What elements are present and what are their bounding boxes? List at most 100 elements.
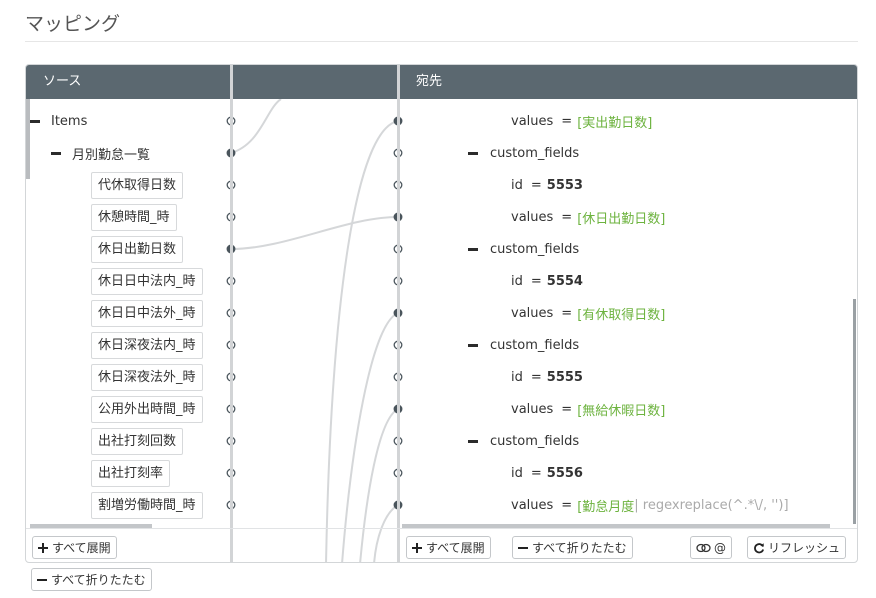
source-divider[interactable]	[230, 65, 233, 562]
source-field-row[interactable]: 公用外出時間_時	[91, 395, 203, 423]
destination-value: [無給休暇日数]	[577, 403, 666, 419]
source-field-label[interactable]: 公用外出時間_時	[91, 395, 203, 423]
source-field-row[interactable]: 休日深夜法内_時	[91, 331, 203, 359]
mapping-wire[interactable]	[359, 408, 399, 563]
destination-value: 5556	[546, 465, 583, 481]
refresh-button[interactable]: リフレッシュ	[747, 536, 847, 559]
destination-group-row[interactable]: custom_fields	[468, 235, 579, 263]
button-label: すべて折りたたむ	[532, 541, 627, 555]
source-field-row[interactable]: 割増労働時間_時	[91, 491, 203, 519]
equals-sign: =	[530, 369, 542, 385]
source-field-row[interactable]: 休日日中法内_時	[91, 267, 203, 295]
destination-key: id	[511, 273, 523, 289]
button-label: すべて展開	[52, 541, 111, 555]
destination-value: [実出勤日数]	[577, 115, 653, 131]
source-field-label[interactable]: 休日出勤日数	[91, 235, 184, 263]
destination-collapse-all-button[interactable]: すべて折りたたむ	[512, 536, 633, 559]
collapse-icon[interactable]	[468, 343, 478, 347]
source-field-label[interactable]: 休日日中法内_時	[91, 267, 203, 295]
connector-header	[233, 65, 397, 99]
source-header: ソース	[26, 65, 230, 99]
destination-values-row[interactable]: values = [休日出勤日数]	[511, 203, 665, 231]
destination-id-row[interactable]: id = 5554	[511, 267, 583, 295]
destination-value: [有休取得日数]	[577, 307, 666, 323]
source-field-row[interactable]: 休日深夜法外_時	[91, 363, 203, 391]
source-field-label[interactable]: 代休取得日数	[91, 171, 184, 199]
mapping-wire[interactable]	[341, 312, 399, 563]
destination-value: [勤怠月度	[577, 499, 635, 515]
source-field-label[interactable]: 休日日中法外_時	[91, 299, 203, 327]
equals-sign: =	[561, 497, 573, 513]
destination-group-row[interactable]: custom_fields	[468, 139, 579, 167]
plus-icon	[412, 542, 422, 553]
footer-divider	[26, 528, 857, 529]
destination-vertical-scrollbar[interactable]	[853, 299, 856, 524]
destination-values-row[interactable]: values = [有休取得日数]	[511, 299, 665, 327]
button-label: リフレッシュ	[768, 541, 841, 555]
source-field-label[interactable]: 出社打刻率	[91, 459, 171, 487]
destination-key: values	[511, 113, 554, 129]
source-field-label[interactable]: 割増労働時間_時	[91, 491, 203, 519]
destination-key: custom_fields	[490, 241, 580, 257]
collapse-icon[interactable]	[468, 151, 478, 155]
source-field-row[interactable]: 休日日中法外_時	[91, 299, 203, 327]
refresh-icon	[754, 542, 765, 553]
mapping-wire[interactable]	[373, 504, 399, 563]
source-field-label[interactable]: 休憩時間_時	[91, 203, 177, 231]
source-field-label[interactable]: 出社打刻回数	[91, 427, 184, 455]
destination-value-filter: | regexreplace(^.*\/, '')]	[634, 497, 789, 513]
equals-sign: =	[561, 113, 573, 129]
collapse-icon[interactable]	[51, 151, 61, 155]
destination-key: values	[511, 305, 554, 321]
destination-value: 5555	[546, 369, 583, 385]
collapse-icon[interactable]	[30, 119, 40, 123]
mapping-wire[interactable]	[230, 216, 399, 250]
equals-sign: =	[530, 465, 542, 481]
link-toggle-button[interactable]: @	[690, 536, 732, 559]
destination-key: id	[511, 465, 523, 481]
source-field-row[interactable]: 代休取得日数	[91, 171, 184, 199]
source-field-row[interactable]: 休日出勤日数	[91, 235, 184, 263]
destination-values-row[interactable]: values = [実出勤日数]	[511, 107, 652, 135]
equals-sign: =	[561, 209, 573, 225]
destination-divider[interactable]	[397, 65, 400, 562]
source-field-row[interactable]: 休憩時間_時	[91, 203, 177, 231]
source-node-label: 月別勤怠一覧	[72, 147, 151, 163]
mapping-page: マッピング ソース 宛先 Items 月別勤怠一覧 代休取得日数 休憩時間_時 …	[0, 0, 876, 598]
destination-key: values	[511, 497, 554, 513]
destination-group-row[interactable]: custom_fields	[468, 427, 579, 455]
destination-id-row[interactable]: id = 5556	[511, 459, 583, 487]
collapse-icon[interactable]	[468, 247, 478, 251]
mapping-wire[interactable]	[325, 120, 399, 563]
button-label: すべて展開	[426, 541, 485, 555]
destination-values-row[interactable]: values = [無給休暇日数]	[511, 395, 665, 423]
destination-expand-all-button[interactable]: すべて展開	[406, 536, 491, 559]
source-node-label: Items	[51, 113, 88, 129]
destination-key: custom_fields	[490, 433, 580, 449]
mapping-wire[interactable]	[230, 99, 282, 154]
source-collapse-all-button[interactable]: すべて折りたたむ	[31, 568, 152, 591]
destination-key: id	[511, 369, 523, 385]
source-field-row[interactable]: 出社打刻率	[91, 459, 171, 487]
destination-id-row[interactable]: id = 5553	[511, 171, 583, 199]
destination-header: 宛先	[400, 65, 857, 99]
source-field-label[interactable]: 休日深夜法外_時	[91, 363, 203, 391]
plus-icon	[38, 542, 48, 553]
source-field-label[interactable]: 休日深夜法内_時	[91, 331, 203, 359]
source-expand-all-button[interactable]: すべて展開	[32, 536, 117, 559]
destination-group-row[interactable]: custom_fields	[468, 331, 579, 359]
equals-sign: =	[530, 177, 542, 193]
minus-icon	[37, 578, 47, 581]
destination-id-row[interactable]: id = 5555	[511, 363, 583, 391]
destination-value: [休日出勤日数]	[577, 211, 666, 227]
source-node-items[interactable]: Items	[30, 107, 87, 135]
source-node-group[interactable]: 月別勤怠一覧	[51, 139, 150, 167]
equals-sign: =	[561, 305, 573, 321]
mapping-panel: ソース 宛先 Items 月別勤怠一覧 代休取得日数 休憩時間_時 休日出勤日数 休日…	[25, 64, 858, 563]
source-field-row[interactable]: 出社打刻回数	[91, 427, 184, 455]
collapse-icon[interactable]	[468, 439, 478, 443]
equals-sign: =	[530, 273, 542, 289]
minus-icon	[518, 546, 528, 549]
destination-values-row[interactable]: values = [勤怠月度 | regexreplace(^.*\/, '')]	[511, 491, 789, 519]
button-label: すべて折りたたむ	[51, 573, 146, 587]
